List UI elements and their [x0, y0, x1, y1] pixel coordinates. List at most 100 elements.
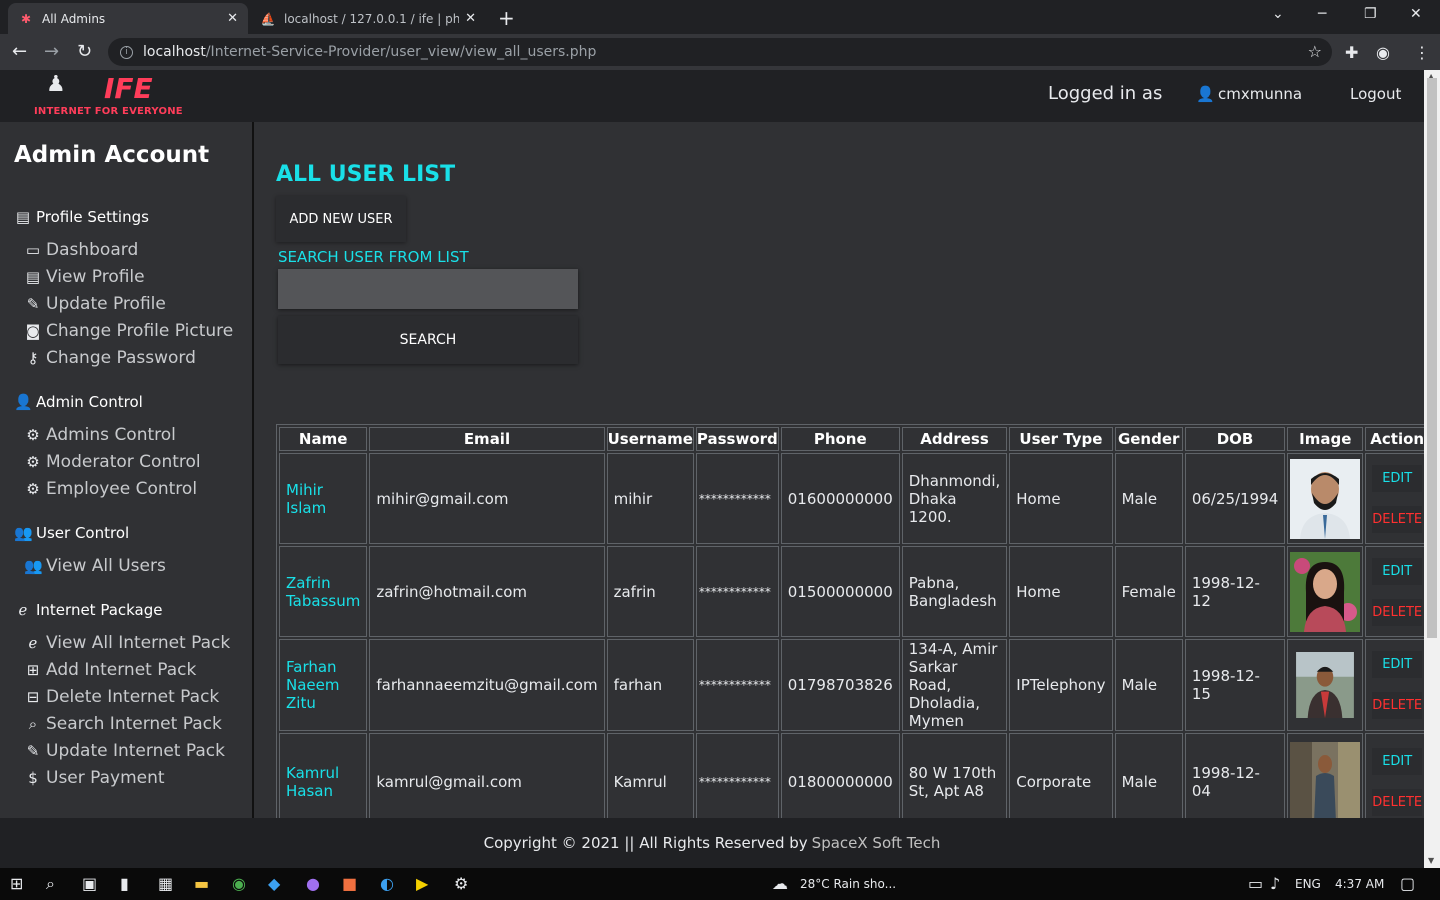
- file-explorer-icon[interactable]: ▬: [194, 874, 209, 893]
- table-row: Mihir Islam mihir@gmail.com mihir ******…: [279, 453, 1424, 544]
- clock[interactable]: 4:37 AM: [1335, 877, 1384, 891]
- forward-icon[interactable]: →: [44, 41, 59, 62]
- close-tab-icon[interactable]: ✕: [465, 11, 476, 26]
- search-button[interactable]: SEARCH: [278, 316, 578, 364]
- back-icon[interactable]: ←: [12, 41, 27, 62]
- copyright-text: Copyright © 2021 || All Rights Reserved …: [483, 834, 808, 852]
- sidebar-item-add-pack[interactable]: ⊞ Add Internet Pack: [24, 660, 197, 680]
- search-input[interactable]: [278, 269, 578, 309]
- delete-button[interactable]: DELETE: [1372, 789, 1423, 816]
- close-window-icon[interactable]: ✕: [1410, 6, 1422, 22]
- tab-phpmyadmin[interactable]: ⛵ localhost / 127.0.0.1 / ife | phpMy ✕: [250, 3, 486, 34]
- delete-button[interactable]: DELETE: [1372, 505, 1423, 533]
- minimize-icon[interactable]: ─: [1318, 6, 1326, 22]
- browser-menu-icon[interactable]: ⋮: [1414, 43, 1430, 62]
- cell-dob: 1998-12-12: [1184, 546, 1286, 637]
- column-header: User Type: [1009, 427, 1113, 451]
- close-tab-icon[interactable]: ✕: [227, 11, 238, 26]
- sidebar-item-view-all-users[interactable]: 👥 View All Users: [24, 556, 166, 576]
- vscode-icon[interactable]: ◆: [268, 874, 280, 893]
- profile-avatar-icon[interactable]: ◉: [1376, 43, 1390, 62]
- edit-button[interactable]: EDIT: [1372, 464, 1423, 492]
- sidebar-item-label: User Payment: [46, 768, 165, 788]
- sidebar-item-label: Moderator Control: [46, 452, 201, 472]
- app-icon[interactable]: ▮: [120, 874, 129, 893]
- sidebar-item-change-password[interactable]: ⚷ Change Password: [24, 348, 196, 368]
- address-bar[interactable]: i localhost/Internet-Service-Provider/us…: [108, 38, 1332, 66]
- users-icon: 👥: [24, 557, 43, 575]
- reload-icon[interactable]: ↻: [77, 41, 92, 62]
- cell-name[interactable]: Mihir Islam: [279, 453, 368, 544]
- sidebar-item-dashboard[interactable]: ▭ Dashboard: [24, 240, 138, 260]
- sidebar-item-user-payment[interactable]: $ User Payment: [24, 768, 165, 788]
- logout-link[interactable]: Logout: [1350, 85, 1401, 103]
- column-header: DOB: [1184, 427, 1286, 451]
- site-footer: Copyright © 2021 || All Rights Reserved …: [0, 818, 1424, 868]
- maximize-icon[interactable]: ❐: [1364, 6, 1377, 22]
- store-icon[interactable]: ▦: [158, 874, 173, 893]
- sidebar-item-employee-control[interactable]: ⚙ Employee Control: [24, 479, 197, 499]
- edit-button[interactable]: EDIT: [1372, 651, 1423, 678]
- cell-username: zafrin: [606, 546, 694, 637]
- cell-user-type: Home: [1009, 546, 1113, 637]
- table-header-row: Name Email Username Password Phone Addre…: [279, 427, 1424, 451]
- sidebar-item-admins-control[interactable]: ⚙ Admins Control: [24, 425, 176, 445]
- profile-menu-icon[interactable]: ⌄: [1272, 6, 1284, 22]
- current-user-link[interactable]: 👤 cmxmunna: [1196, 85, 1302, 103]
- sidebar-item-delete-pack[interactable]: ⊟ Delete Internet Pack: [24, 687, 220, 707]
- cell-name[interactable]: Kamrul Hasan: [279, 733, 368, 831]
- section-label: Internet Package: [36, 601, 163, 619]
- column-header: Password: [695, 427, 779, 451]
- search-icon[interactable]: ⌕: [46, 874, 55, 894]
- section-admin-control: 👤 Admin Control: [14, 393, 143, 411]
- info-icon[interactable]: i: [120, 45, 133, 59]
- internet-explorer-icon: ℯ: [28, 634, 38, 652]
- github-icon[interactable]: ●: [306, 874, 320, 893]
- scrollbar-thumb[interactable]: [1427, 78, 1437, 638]
- settings-icon[interactable]: ⚙: [454, 874, 468, 893]
- tab-all-admins[interactable]: ✱ All Admins ✕: [8, 3, 248, 34]
- sidebar-item-search-pack[interactable]: ⌕ Search Internet Pack: [24, 714, 222, 734]
- delete-button[interactable]: DELETE: [1372, 598, 1423, 626]
- notifications-icon[interactable]: ▢: [1400, 874, 1415, 893]
- sidebar-item-view-all-pack[interactable]: ℯ View All Internet Pack: [24, 633, 231, 653]
- sidebar-item-change-picture[interactable]: ◙ Change Profile Picture: [24, 321, 234, 341]
- sidebar-item-moderator-control[interactable]: ⚙ Moderator Control: [24, 452, 201, 472]
- network-icon[interactable]: ▭: [1248, 874, 1263, 893]
- chrome-icon[interactable]: ◉: [232, 874, 246, 893]
- new-tab-icon[interactable]: +: [498, 6, 515, 30]
- cell-name[interactable]: Zafrin Tabassum: [279, 546, 368, 637]
- minus-square-icon: ⊟: [26, 688, 40, 706]
- weather-text[interactable]: 28°C Rain sho...: [800, 877, 896, 891]
- language-indicator[interactable]: ENG: [1295, 877, 1321, 891]
- sidebar-item-label: Dashboard: [46, 240, 139, 260]
- xampp-icon[interactable]: ■: [342, 874, 357, 893]
- extensions-icon[interactable]: ✚: [1345, 43, 1358, 62]
- app-yellow-icon[interactable]: ▶: [416, 874, 428, 893]
- page-scrollbar[interactable]: ▲ ▼: [1424, 70, 1440, 868]
- cell-name[interactable]: Farhan Naeem Zitu: [279, 639, 368, 731]
- volume-icon[interactable]: ♪: [1270, 874, 1280, 893]
- cell-phone: 01798703826: [780, 639, 900, 731]
- sidebar-item-label: View Profile: [46, 267, 145, 287]
- cell-password: ************: [695, 639, 779, 731]
- logo-tagline: INTERNET FOR EVERYONE: [34, 106, 183, 117]
- sidebar-item-update-pack[interactable]: ✎ Update Internet Pack: [24, 741, 225, 761]
- edge-icon[interactable]: ◐: [380, 874, 394, 893]
- site-header: ♟ IFE INTERNET FOR EVERYONE Logged in as…: [0, 70, 1424, 122]
- edit-button[interactable]: EDIT: [1372, 748, 1423, 775]
- sidebar-item-view-profile[interactable]: ▤ View Profile: [24, 267, 145, 287]
- cell-phone: 01500000000: [780, 546, 900, 637]
- bookmark-star-icon[interactable]: ☆: [1308, 42, 1322, 61]
- sidebar-item-update-profile[interactable]: ✎ Update Profile: [24, 294, 166, 314]
- site-logo[interactable]: ♟ IFE INTERNET FOR EVERYONE: [32, 72, 183, 120]
- start-icon[interactable]: ⊞: [10, 874, 23, 893]
- company-link[interactable]: SpaceX Soft Tech: [812, 834, 941, 852]
- cell-dob: 06/25/1994: [1184, 453, 1286, 544]
- add-new-user-button[interactable]: ADD NEW USER: [276, 196, 406, 242]
- scroll-down-icon[interactable]: ▼: [1428, 856, 1434, 865]
- sidebar-item-label: Employee Control: [46, 479, 198, 499]
- delete-button[interactable]: DELETE: [1372, 692, 1423, 719]
- edit-button[interactable]: EDIT: [1372, 557, 1423, 585]
- task-view-icon[interactable]: ▣: [82, 874, 97, 893]
